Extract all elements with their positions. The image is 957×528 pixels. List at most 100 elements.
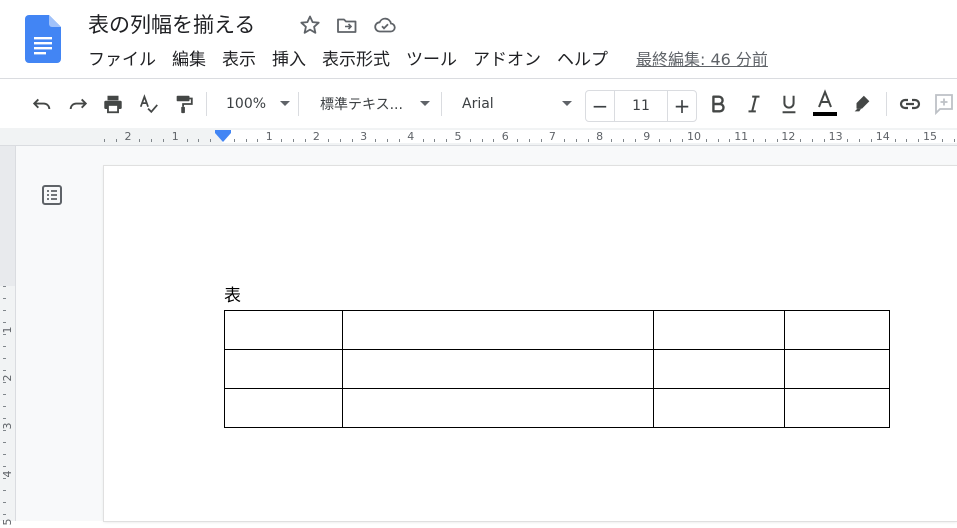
font-size-stepper: − 11 + <box>585 90 697 122</box>
ruler-tick <box>753 139 754 142</box>
docs-logo-icon[interactable] <box>25 15 61 63</box>
table-cell[interactable] <box>784 349 890 389</box>
ruler-number: 3 <box>360 130 368 143</box>
spellcheck-icon[interactable] <box>135 79 163 128</box>
ruler-tick <box>954 139 955 142</box>
vertical-ruler[interactable]: 12345 <box>0 146 16 526</box>
vertical-ruler-tick <box>3 370 6 371</box>
table-cell[interactable] <box>653 388 785 428</box>
ruler-tick <box>387 139 388 142</box>
ruler-number: 9 <box>643 130 651 143</box>
print-icon[interactable] <box>99 79 127 128</box>
ruler-tick <box>895 139 896 142</box>
ruler-tick <box>517 139 518 142</box>
highlight-icon[interactable] <box>848 79 876 128</box>
star-icon[interactable] <box>298 13 322 37</box>
menu-view[interactable]: 表示 <box>214 46 264 74</box>
document-table[interactable] <box>224 310 890 428</box>
ruler-tick <box>659 139 660 142</box>
table-cell[interactable] <box>784 388 890 428</box>
cloud-saved-icon[interactable] <box>373 13 397 37</box>
ruler-tick <box>588 139 589 142</box>
menu-addons[interactable]: アドオン <box>465 46 549 74</box>
document-title[interactable]: 表の列幅を揃える <box>88 9 255 39</box>
table-cell[interactable] <box>342 388 654 428</box>
ruler-tick <box>942 139 943 142</box>
horizontal-ruler[interactable]: 2 1 1 2 3 4 5 6 7 8 9 10 11 12 13 14 15 <box>0 128 957 146</box>
ruler-tick <box>564 139 565 142</box>
table-cell[interactable] <box>342 349 654 389</box>
ruler-tick <box>104 139 105 142</box>
table-cell[interactable] <box>224 310 343 350</box>
vertical-ruler-number: 5 <box>1 518 14 526</box>
vertical-ruler-tick <box>3 394 6 395</box>
ruler-tick <box>611 139 612 142</box>
ruler-number: 2 <box>312 130 320 143</box>
ruler-number: 8 <box>596 130 604 143</box>
font-size-increase-button[interactable]: + <box>668 91 696 121</box>
chevron-down-icon <box>420 101 430 106</box>
table-cell[interactable] <box>784 310 890 350</box>
table-cell[interactable] <box>653 349 785 389</box>
vertical-ruler-margin <box>0 146 15 286</box>
ruler-tick <box>541 139 542 142</box>
ruler-tick <box>434 139 435 142</box>
paragraph-style-select[interactable]: 標準テキス... <box>308 79 434 128</box>
italic-icon[interactable] <box>740 79 768 128</box>
ruler-tick <box>800 139 801 142</box>
vertical-ruler-tick <box>3 382 6 383</box>
ruler-tick <box>576 139 577 142</box>
ruler-number: 11 <box>734 130 749 143</box>
font-family-value: Arial <box>462 95 494 112</box>
outline-icon[interactable] <box>38 181 66 209</box>
docs-header: 表の列幅を揃える ファイル 編集 表示 挿入 表示形式 ツール アドオン ヘルプ… <box>0 0 957 78</box>
table-cell[interactable] <box>653 310 785 350</box>
ruler-tick <box>139 139 140 142</box>
menu-insert[interactable]: 挿入 <box>264 46 314 74</box>
table-row <box>224 310 890 350</box>
paint-format-icon[interactable] <box>170 79 198 128</box>
table-cell[interactable] <box>224 349 343 389</box>
font-size-decrease-button[interactable]: − <box>586 91 614 121</box>
ruler-tick <box>824 139 825 142</box>
vertical-ruler-tick <box>3 466 6 467</box>
document-paragraph[interactable]: 表 <box>224 286 241 306</box>
bold-icon[interactable] <box>704 79 732 128</box>
ruler-tick <box>446 139 447 142</box>
add-comment-icon[interactable] <box>932 79 957 128</box>
link-icon[interactable] <box>896 79 924 128</box>
toolbar: 100% 標準テキス... Arial − 11 + <box>0 78 957 129</box>
table-cell[interactable] <box>342 310 654 350</box>
ruler-tick <box>470 139 471 142</box>
left-indent-handle[interactable] <box>215 133 231 142</box>
undo-icon[interactable] <box>28 79 56 128</box>
underline-icon[interactable] <box>775 79 803 128</box>
menu-edit[interactable]: 編集 <box>164 46 214 74</box>
table-cell[interactable] <box>224 388 343 428</box>
font-size-input[interactable]: 11 <box>614 91 668 121</box>
ruler-tick <box>918 139 919 142</box>
font-family-select[interactable]: Arial <box>450 79 576 128</box>
zoom-value: 100% <box>226 95 267 112</box>
redo-icon[interactable] <box>64 79 92 128</box>
text-color-icon[interactable] <box>811 79 839 128</box>
menu-help[interactable]: ヘルプ <box>549 46 616 74</box>
ruler-number: 12 <box>781 130 796 143</box>
ruler-tick <box>871 139 872 142</box>
vertical-ruler-tick <box>3 346 6 347</box>
ruler-tick <box>906 139 907 142</box>
menu-format[interactable]: 表示形式 <box>314 46 398 74</box>
vertical-ruler-tick <box>3 298 6 299</box>
menu-tools[interactable]: ツール <box>398 46 465 74</box>
ruler-number: 2 <box>124 130 132 143</box>
move-to-folder-icon[interactable] <box>335 13 359 37</box>
vertical-ruler-tick <box>3 322 6 323</box>
menu-file[interactable]: ファイル <box>80 46 164 74</box>
ruler-number: 15 <box>923 130 937 143</box>
ruler-tick <box>635 139 636 142</box>
zoom-select[interactable]: 100% <box>214 79 294 128</box>
last-edit-link[interactable]: 最終編集: 46 分前 <box>636 46 768 74</box>
ruler-tick <box>293 139 294 142</box>
ruler-tick <box>151 139 152 142</box>
ruler-number: 7 <box>548 130 556 143</box>
